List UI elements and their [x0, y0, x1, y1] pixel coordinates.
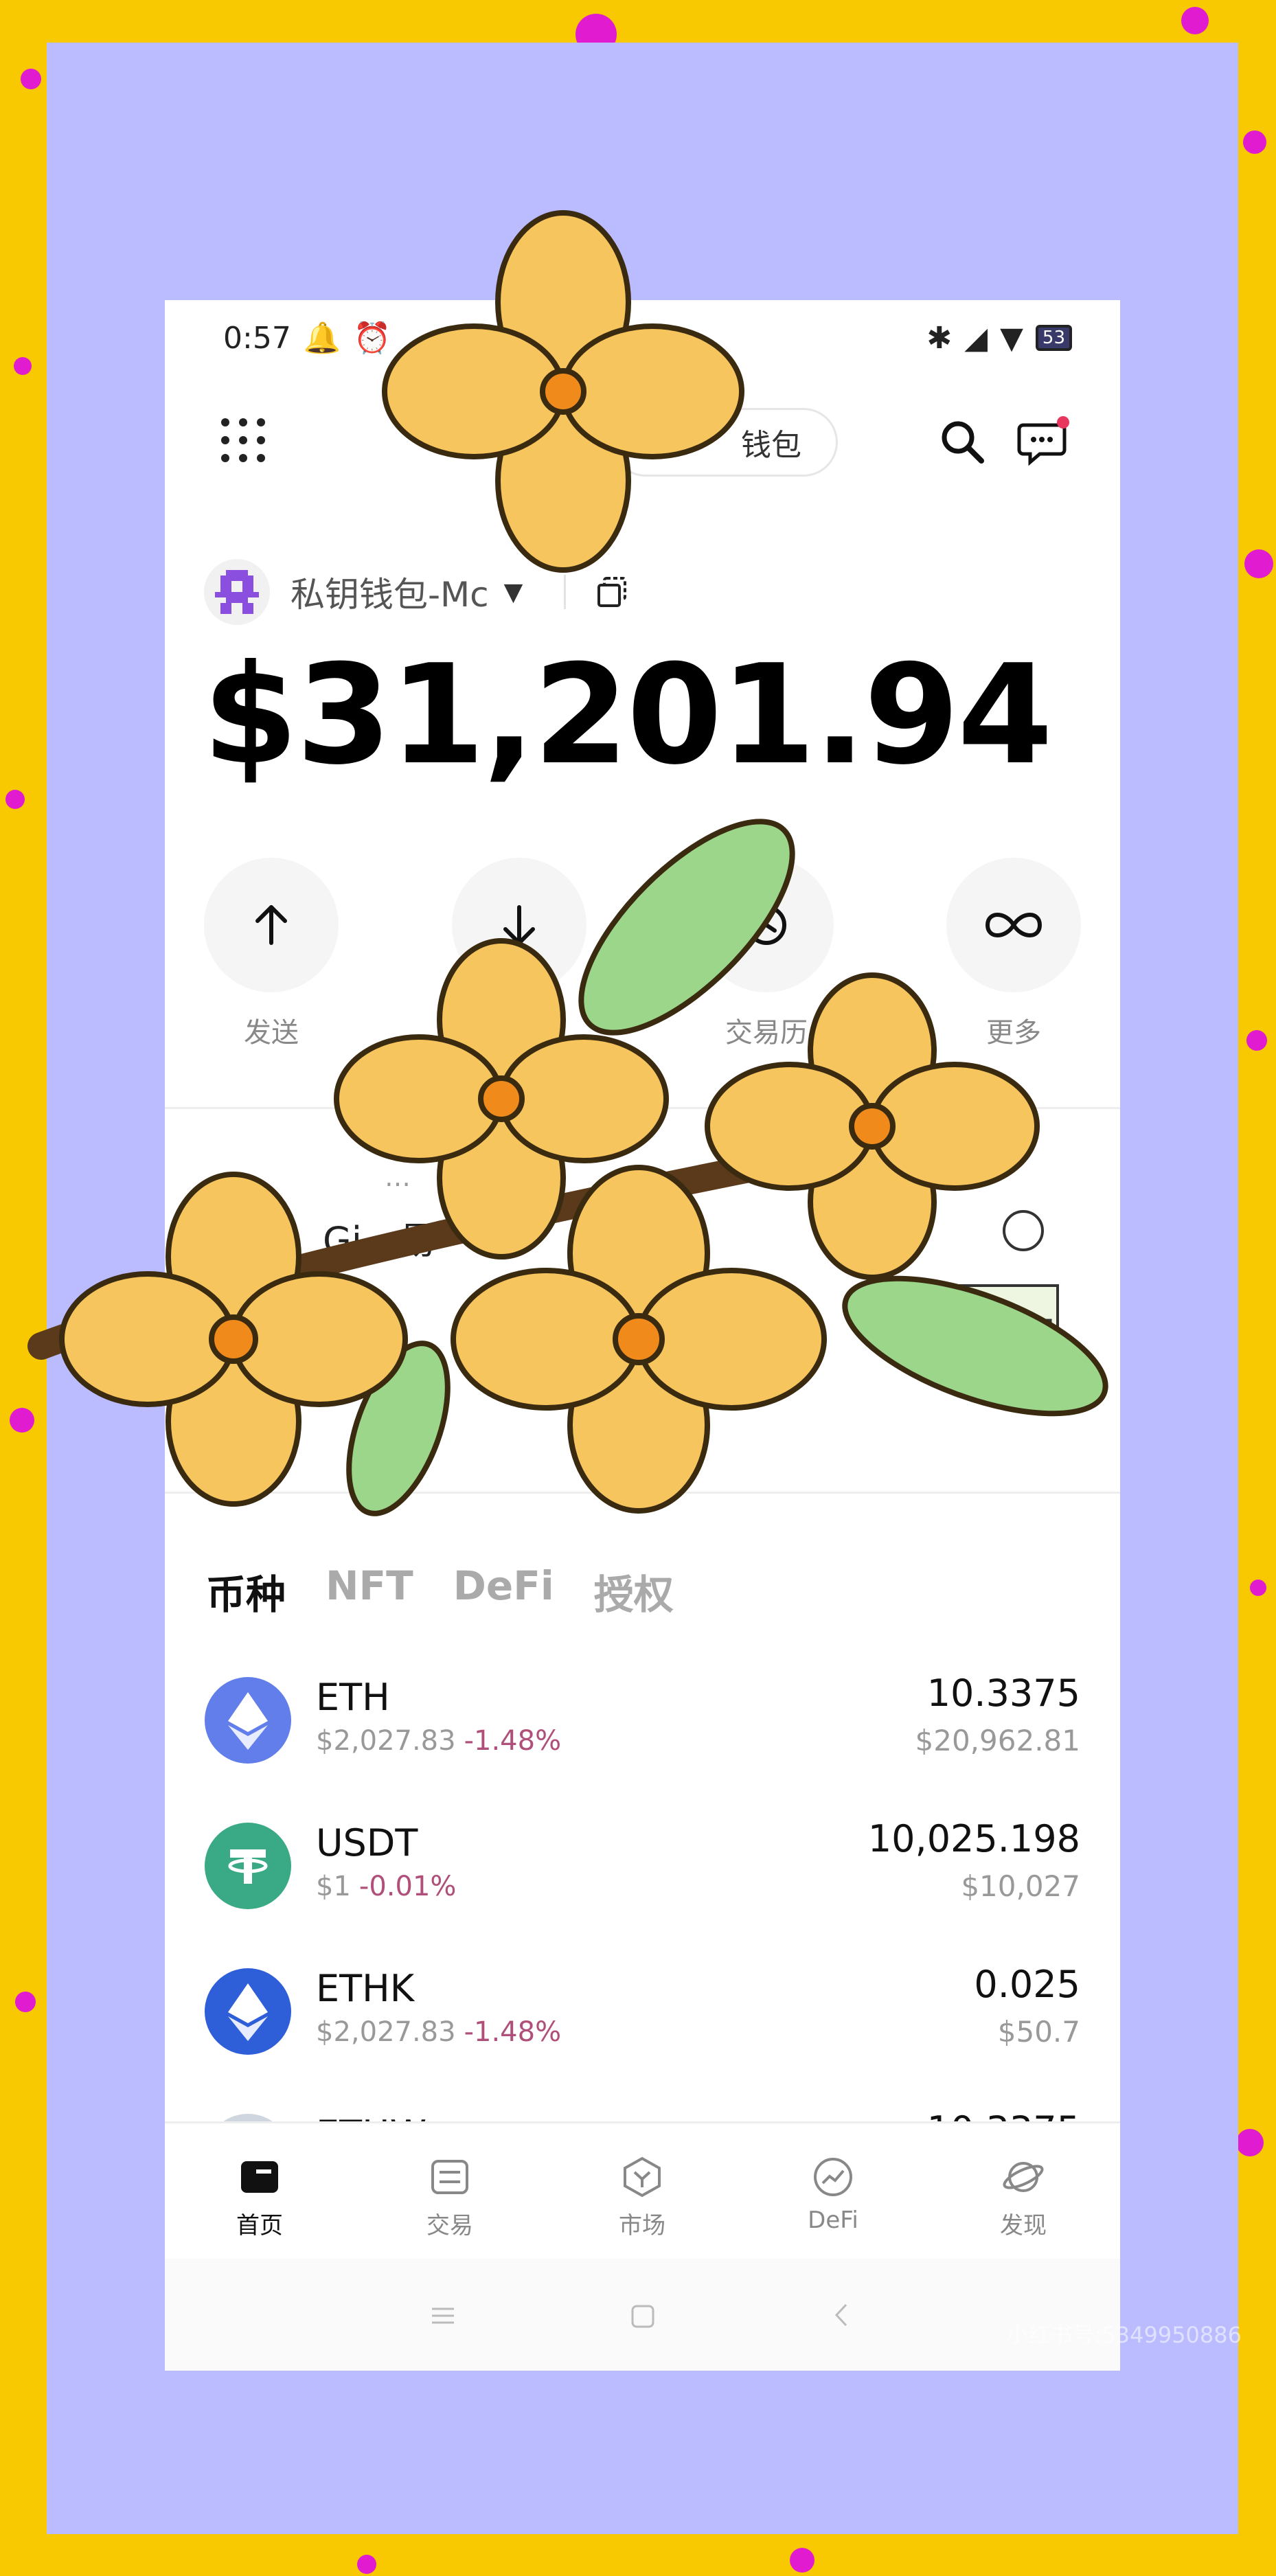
bell-icon: 🔔: [303, 321, 341, 356]
nav-label: 市场: [619, 2212, 665, 2239]
receive-button[interactable]: 接收: [451, 858, 588, 1050]
history-button[interactable]: 交易历: [698, 858, 835, 1050]
divider: [165, 1492, 1120, 1494]
bottom-nav: 首页 交易 市场 DeFi 发现: [165, 2121, 1120, 2261]
caret-down-icon: ▼: [503, 578, 523, 606]
token-symbol: ETHK: [316, 1967, 415, 2010]
nav-market[interactable]: 市场: [594, 2154, 690, 2240]
wifi-icon: ▼: [1000, 320, 1023, 356]
token-row-ethk[interactable]: ETHK $2,027.83 -1.48% 0.025 $50.7: [165, 1948, 1120, 2085]
nav-label: 发现: [1000, 2212, 1047, 2239]
ethk-icon: [205, 1968, 291, 2055]
infinity-icon: [985, 913, 1043, 937]
nav-label: 首页: [236, 2212, 283, 2239]
market-icon: [624, 2156, 661, 2198]
send-label: 发送: [244, 1017, 299, 1049]
action-row: 发送 接收 交易历 更多: [165, 858, 1120, 1064]
token-amount: 10.3375: [926, 1672, 1080, 1715]
wallet-switch-button[interactable]: 钱包: [611, 408, 838, 477]
arrow-up-icon: [255, 905, 287, 945]
history-icon: [747, 905, 786, 945]
phone-screen: 0:57 🔔 ⏰ ✱ ◢ ▼ 53 钱包 私钥钱包-Mc ▼ $31,201.9…: [165, 300, 1120, 2371]
nav-home[interactable]: 首页: [212, 2154, 308, 2240]
swap-icon: [431, 2160, 468, 2194]
signal-icon: ◢: [964, 320, 988, 356]
apps-grid-icon[interactable]: [218, 415, 268, 465]
promo-subtitle: …: [385, 1162, 411, 1192]
copy-icon[interactable]: [595, 574, 630, 610]
tab-approvals[interactable]: 授权: [594, 1562, 674, 1620]
asset-tabs: 币种 NFT DeFi 授权: [206, 1562, 674, 1620]
clock: 0:57: [223, 320, 291, 356]
system-nav-bar: [165, 2259, 1120, 2371]
tab-nft[interactable]: NFT: [326, 1562, 413, 1620]
total-balance: $31,201.94: [203, 635, 1053, 795]
token-value: $10,027: [961, 1869, 1080, 1903]
token-symbol: ETH: [316, 1676, 390, 1719]
token-row-usdt[interactable]: USDT $1 -0.01% 10,025.198 $10,027: [165, 1802, 1120, 1939]
token-amount: 10,025.198: [867, 1817, 1080, 1860]
send-button[interactable]: 发送: [203, 858, 340, 1050]
wallet-name: 私钥钱包-Mc: [290, 575, 489, 615]
token-amount: 0.025: [974, 1963, 1080, 2006]
nav-trade[interactable]: 交易: [402, 2154, 498, 2240]
arrow-down-icon: [503, 905, 535, 945]
defi-icon: [814, 2158, 852, 2196]
message-icon[interactable]: [1016, 415, 1071, 470]
avatar: [204, 559, 270, 625]
search-icon[interactable]: [937, 417, 987, 466]
token-row-eth[interactable]: ETH $2,027.83 -1.48% 10.3375 $20,962.81: [165, 1656, 1120, 1794]
tab-tokens[interactable]: 币种: [206, 1562, 286, 1620]
menu-icon[interactable]: [429, 2305, 457, 2326]
token-change: -1.48%: [464, 1725, 562, 1757]
eth-icon: [205, 1677, 291, 1764]
pixel-avatar-icon: [215, 570, 259, 614]
token-value: $20,962.81: [915, 1724, 1080, 1757]
token-price: $1 -0.01%: [316, 1871, 457, 1902]
promo-illustration-icon: [939, 1210, 1059, 1376]
token-price: $2,027.83 -1.48%: [316, 1725, 562, 1757]
token-value: $50.7: [997, 2015, 1080, 2049]
receive-label: 接收: [492, 1017, 547, 1049]
watermark: 小红书号:5349950886: [1006, 2322, 1242, 2348]
token-change: -0.01%: [358, 1871, 457, 1902]
nav-label: 交易: [426, 2212, 473, 2239]
token-price: $2,027.83 -1.48%: [316, 2016, 562, 2048]
nav-label: DeFi: [808, 2207, 858, 2234]
nav-defi[interactable]: DeFi: [785, 2154, 881, 2234]
more-label: 更多: [986, 1017, 1041, 1049]
home-icon: [241, 2161, 278, 2193]
promo-title: Gi…易: [323, 1219, 436, 1262]
alarm-icon: ⏰: [353, 321, 391, 356]
battery-icon: 53: [1035, 325, 1072, 351]
usdt-icon: [205, 1823, 291, 1909]
bluetooth-icon: ✱: [926, 320, 953, 356]
back-icon[interactable]: [831, 2301, 852, 2329]
wallet-switch-label: 钱包: [741, 428, 801, 463]
promo-banner[interactable]: … Gi…易: [165, 1107, 1120, 1492]
history-label: 交易历: [725, 1017, 808, 1049]
status-bar: 0:57 🔔 ⏰ ✱ ◢ ▼ 53: [165, 300, 1120, 376]
more-button[interactable]: 更多: [945, 858, 1082, 1050]
tab-defi[interactable]: DeFi: [453, 1562, 554, 1620]
top-bar: 钱包: [165, 389, 1120, 479]
nav-discover[interactable]: 发现: [975, 2154, 1071, 2240]
discover-icon: [1003, 2162, 1044, 2192]
token-symbol: USDT: [316, 1821, 418, 1865]
home-square-icon[interactable]: [629, 2303, 657, 2330]
divider: [564, 575, 567, 609]
token-change: -1.48%: [464, 2016, 562, 2048]
wallet-selector[interactable]: 私钥钱包-Mc ▼: [204, 554, 630, 630]
